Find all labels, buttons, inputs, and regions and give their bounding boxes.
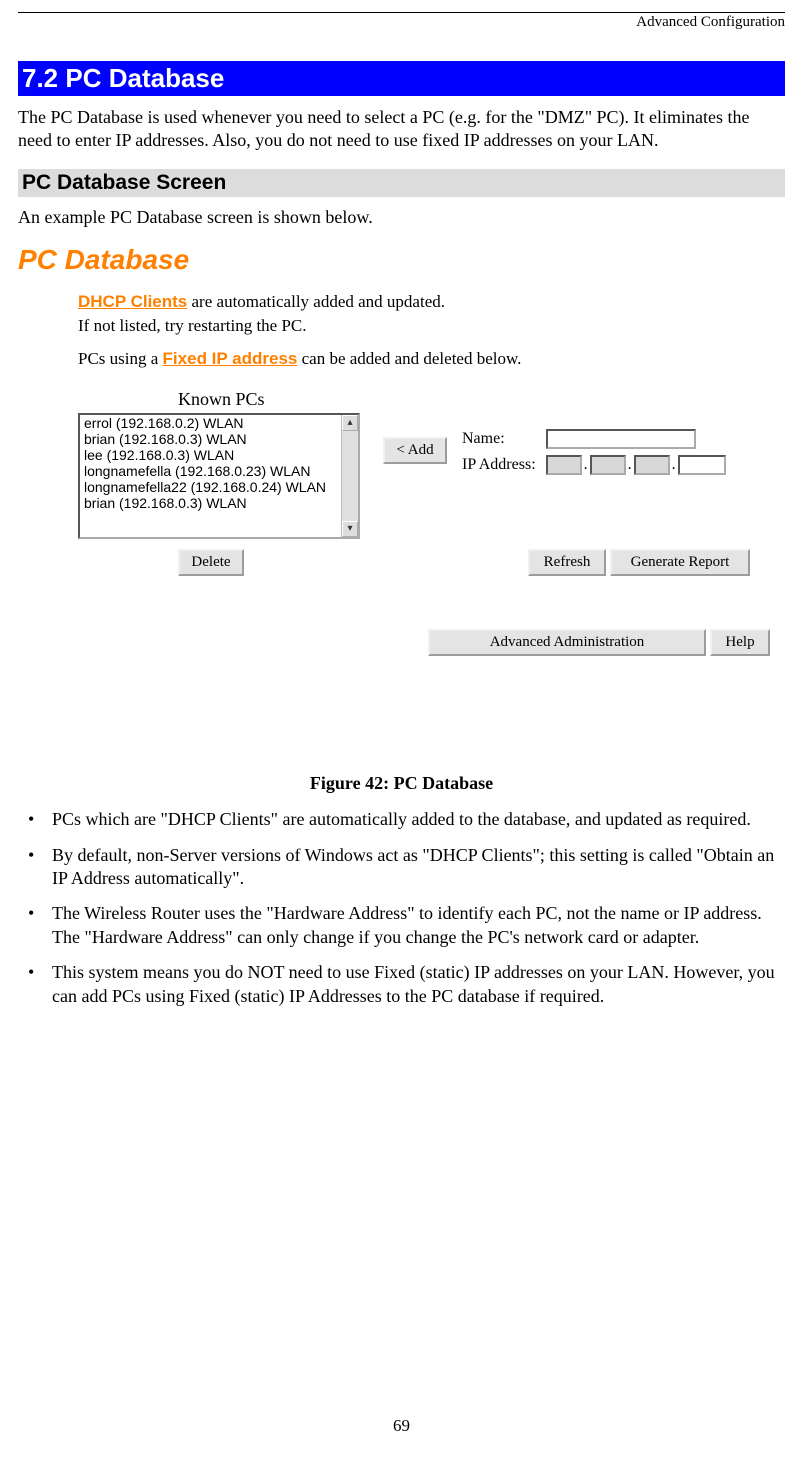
example-text: An example PC Database screen is shown b… xyxy=(18,207,785,228)
list-item: The Wireless Router uses the "Hardware A… xyxy=(24,902,785,949)
fixed-pre-text: PCs using a xyxy=(78,349,163,368)
ip-octet-1[interactable] xyxy=(546,455,582,475)
bullet-list: PCs which are "DHCP Clients" are automat… xyxy=(24,808,785,1008)
list-item[interactable]: brian (192.168.0.3) WLAN xyxy=(80,495,358,511)
list-item: PCs which are "DHCP Clients" are automat… xyxy=(24,808,785,831)
scroll-down-icon[interactable]: ▾ xyxy=(342,521,358,537)
fixed-post-text: can be added and deleted below. xyxy=(297,349,521,368)
scroll-up-icon[interactable]: ▴ xyxy=(342,415,358,431)
intro-paragraph: The PC Database is used whenever you nee… xyxy=(18,106,785,153)
sub-heading: PC Database Screen xyxy=(18,169,785,197)
refresh-button[interactable]: Refresh xyxy=(528,549,606,576)
ui-panel: PC Database DHCP Clients are automatical… xyxy=(18,244,785,759)
figure-caption: Figure 42: PC Database xyxy=(18,773,785,794)
list-item[interactable]: brian (192.168.0.3) WLAN xyxy=(80,431,358,447)
help-button[interactable]: Help xyxy=(710,629,770,656)
ip-octet-4[interactable] xyxy=(678,455,726,475)
ui-info-block: DHCP Clients are automatically added and… xyxy=(78,290,785,371)
name-input[interactable] xyxy=(546,429,696,449)
page-number: 69 xyxy=(18,1416,785,1436)
restart-text: If not listed, try restarting the PC. xyxy=(78,314,785,338)
delete-button[interactable]: Delete xyxy=(178,549,244,576)
ui-body: Known PCs errol (192.168.0.2) WLAN brian… xyxy=(78,389,785,759)
dhcp-rest-text: are automatically added and updated. xyxy=(187,292,445,311)
ip-octet-2[interactable] xyxy=(590,455,626,475)
form-area: Name: IP Address: ... xyxy=(456,425,732,479)
fixed-ip-link[interactable]: Fixed IP address xyxy=(163,349,298,368)
breadcrumb: Advanced Configuration xyxy=(636,14,785,30)
generate-report-button[interactable]: Generate Report xyxy=(610,549,750,576)
advanced-admin-button[interactable]: Advanced Administration xyxy=(428,629,706,656)
list-item[interactable]: longnamefella (192.168.0.23) WLAN xyxy=(80,463,358,479)
dhcp-clients-link[interactable]: DHCP Clients xyxy=(78,292,187,311)
list-item[interactable]: errol (192.168.0.2) WLAN xyxy=(80,415,358,431)
known-pcs-listbox[interactable]: errol (192.168.0.2) WLAN brian (192.168.… xyxy=(78,413,360,539)
listbox-scrollbar[interactable]: ▴ ▾ xyxy=(341,415,358,537)
list-item[interactable]: lee (192.168.0.3) WLAN xyxy=(80,447,358,463)
page-header: Advanced Configuration xyxy=(18,12,785,61)
name-label: Name: xyxy=(458,427,540,451)
ip-octet-3[interactable] xyxy=(634,455,670,475)
ip-label: IP Address: xyxy=(458,453,540,477)
section-heading: 7.2 PC Database xyxy=(18,61,785,96)
list-item: By default, non-Server versions of Windo… xyxy=(24,844,785,891)
list-item[interactable]: longnamefella22 (192.168.0.24) WLAN xyxy=(80,479,358,495)
list-item: This system means you do NOT need to use… xyxy=(24,961,785,1008)
known-pcs-label: Known PCs xyxy=(178,389,265,410)
add-button[interactable]: < Add xyxy=(383,437,447,464)
ui-title: PC Database xyxy=(18,244,785,276)
